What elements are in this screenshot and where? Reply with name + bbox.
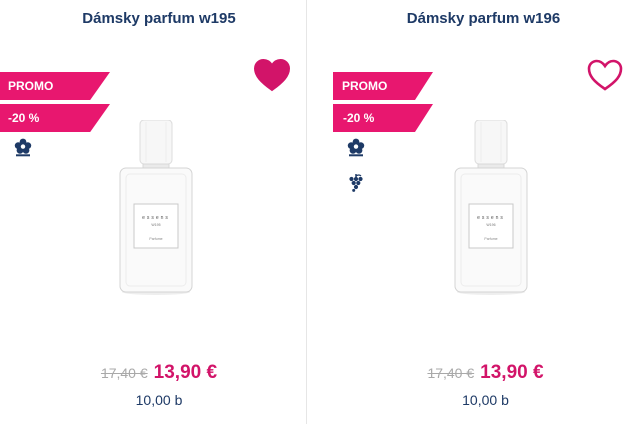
price-row: 17,40 € 13,90 €	[307, 362, 640, 384]
grapes-icon	[346, 173, 366, 193]
product-card[interactable]: Dámsky parfum w195 PROMO -20 % essens W1…	[0, 0, 306, 424]
new-price: 13,90 €	[480, 362, 544, 383]
favorite-heart-icon[interactable]	[253, 58, 291, 92]
bottle-brand-text: essens	[142, 215, 170, 221]
new-price: 13,90 €	[153, 362, 218, 383]
product-image[interactable]: essens W196 Parfume	[453, 119, 529, 296]
old-price: 17,40 €	[427, 365, 475, 381]
points-value: 10,00 b	[135, 392, 183, 408]
old-price: 17,40 €	[100, 365, 148, 381]
discount-badge: -20 %	[333, 104, 433, 132]
discount-badge: -20 %	[0, 104, 110, 132]
promo-badge: PROMO	[0, 72, 110, 100]
price-row: 17,40 € 13,90 €	[0, 362, 306, 384]
promo-badge: PROMO	[333, 72, 433, 100]
bottle-type-text: Parfume	[484, 237, 497, 241]
product-card[interactable]: Dámsky parfum w196 PROMO -20 % essens W1…	[307, 0, 640, 424]
bottle-type-text: Parfume	[149, 237, 162, 241]
bottle-brand-text: essens	[477, 215, 505, 221]
points-value: 10,00 b	[462, 392, 509, 408]
flower-icon	[346, 137, 366, 157]
product-title[interactable]: Dámsky parfum w196	[307, 10, 640, 27]
bottle-model-text: W195	[151, 223, 160, 227]
bottle-model-text: W196	[486, 223, 495, 227]
product-image[interactable]: essens W195 Parfume	[118, 119, 194, 296]
product-title[interactable]: Dámsky parfum w195	[0, 10, 306, 27]
flower-icon	[13, 137, 33, 157]
favorite-heart-outline-icon[interactable]	[586, 58, 624, 92]
